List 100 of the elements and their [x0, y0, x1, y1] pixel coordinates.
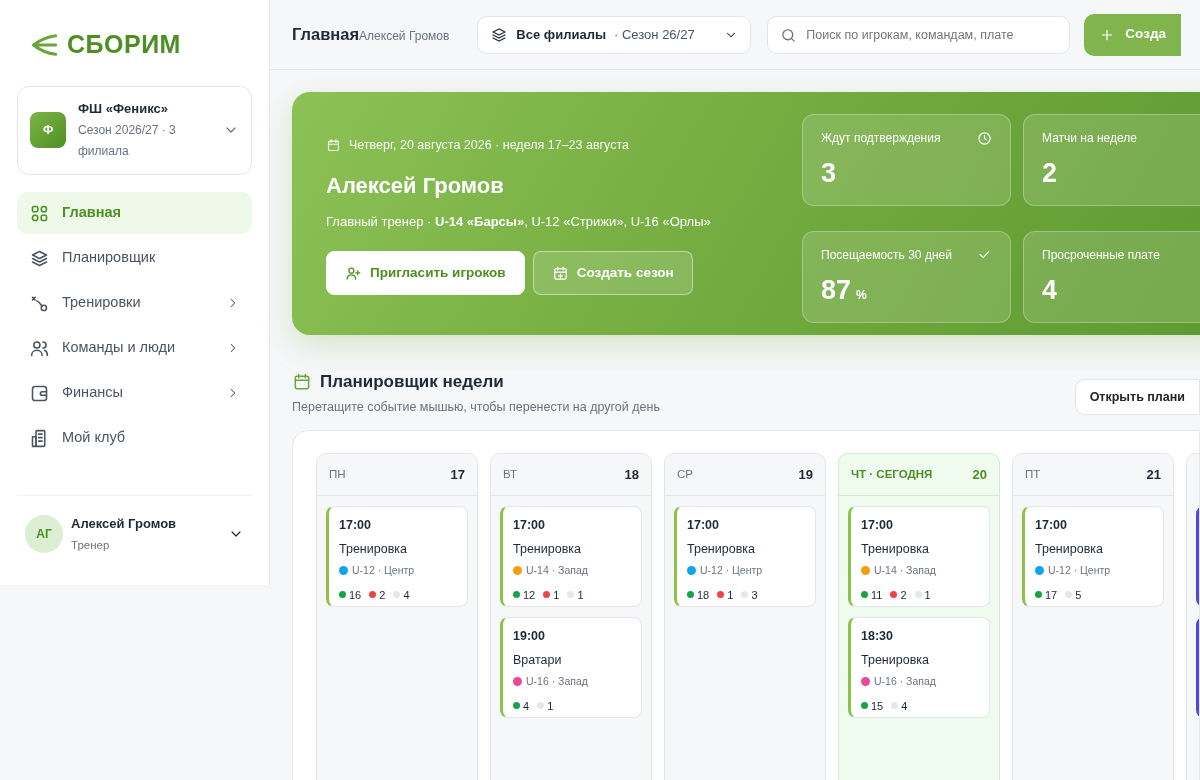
brand-name: СБОРИМ	[67, 29, 181, 60]
nav-item[interactable]: Тренировки	[17, 282, 252, 324]
event-title: Тренировка	[513, 541, 582, 558]
count-value: 1	[553, 587, 560, 603]
user-avatar: АГ	[25, 514, 63, 553]
count-value: 4	[523, 698, 530, 714]
declined-dot	[717, 591, 725, 599]
day-name: ЧТ · СЕГОДНЯ	[851, 467, 933, 483]
count-value: 12	[523, 587, 536, 603]
count-value: 3	[751, 587, 758, 603]
club-switcher[interactable]: Ф ФШ «Феникс» Сезон 2026/27 · 3 филиала	[17, 85, 252, 175]
day-date: 18	[624, 466, 639, 484]
open-planner-button[interactable]: Открыть плани	[1074, 379, 1200, 415]
event-title: Тренировка	[1035, 541, 1104, 558]
event-team: U-16 · Запад	[526, 673, 588, 689]
going-dot	[861, 702, 868, 710]
stat-label: Ждут подтверждения	[821, 130, 941, 147]
search-field[interactable]: Поиск по игрокам, командам, плате	[767, 15, 1071, 54]
event-card[interactable]: 17:00 Тренировка U-12 · Центр 17 5	[1022, 506, 1164, 608]
declined-dot	[369, 591, 377, 599]
event-time: 17:00	[861, 517, 894, 535]
pending-dot	[567, 591, 575, 599]
day-name: ВТ	[503, 467, 517, 483]
event-time: 19:00	[513, 628, 546, 646]
day-name: ПН	[329, 467, 346, 483]
day-date: 17	[450, 466, 465, 484]
hero-role: Главный тренер · U-14 «Барсы», U-12 «Стрижи», U-16 «Орлы»	[326, 212, 712, 231]
count-value: 1	[924, 587, 931, 603]
event-team: U-14 · Запад	[526, 562, 588, 578]
event-time: 18:30	[861, 628, 894, 646]
stat-label: Посещаемость 30 дней	[821, 246, 952, 264]
calendar-plus-icon	[551, 264, 569, 282]
calendar-icon	[292, 371, 312, 392]
event-time: 17:00	[513, 517, 546, 535]
going-dot	[687, 591, 694, 599]
stat-label: Просроченные плате	[1042, 246, 1160, 264]
declined-dot	[543, 591, 551, 599]
event-card[interactable]: 17:00 Тренировка U-12 · Центр 18 1 3	[674, 506, 816, 608]
stat-value: 2	[1042, 157, 1058, 190]
pending-dot	[393, 591, 401, 599]
pending-dot	[914, 591, 922, 599]
event-title: Тренировка	[687, 541, 756, 558]
nav-item[interactable]: Главная	[17, 192, 252, 234]
pending-dot	[537, 702, 545, 710]
event-time: 17:00	[339, 517, 372, 535]
event-card[interactable]: 18:30 Тренировка U-16 · Запад 15 4	[848, 617, 990, 719]
event-team: U-12 · Центр	[352, 562, 415, 578]
pending-dot	[741, 591, 749, 599]
event-card[interactable]: 17:00 Тренировка U-12 · Центр 16 2 4	[326, 506, 468, 608]
stat-label: Матчи на неделе	[1042, 130, 1137, 147]
page-subtitle: Алексей Громов	[359, 29, 450, 46]
day-date: 21	[1146, 466, 1161, 484]
event-card[interactable]: 17:00 Тренировка U-14 · Запад 12 1 1	[500, 506, 642, 608]
event-title: Тренировка	[861, 541, 930, 558]
day-name: СР	[677, 467, 693, 483]
going-dot	[513, 591, 520, 599]
hero-name: Алексей Громов	[326, 171, 505, 200]
event-title: Вратари	[513, 652, 563, 669]
search-icon	[780, 26, 798, 44]
stat-unit: %	[856, 286, 867, 304]
event-team: U-12 · Центр	[1048, 562, 1111, 578]
event-card[interactable]: 19:00 Вратари U-16 · Запад 4 1	[500, 617, 642, 719]
clock-icon	[977, 130, 992, 146]
club-name: ФШ «Феникс»	[78, 99, 169, 118]
nav-item[interactable]: Финансы	[17, 372, 252, 414]
user-menu[interactable]: АГ Алексей Громов Тренер	[17, 514, 252, 554]
branch-selector[interactable]: Все филиалы · Сезон 26/27	[477, 15, 752, 54]
user-name: Алексей Громов	[71, 515, 178, 533]
going-dot	[513, 702, 520, 710]
pending-dot	[1065, 591, 1073, 599]
hero-date: Четверг, 20 августа 2026 · неделя 17–23 августа	[349, 137, 630, 154]
count-value: 1	[547, 698, 554, 714]
count-value: 5	[1075, 587, 1082, 603]
stat-value: 3	[821, 157, 837, 190]
count-value: 16	[349, 587, 362, 603]
event-team: U-14 · Запад	[874, 562, 936, 578]
event-time: 17:00	[1035, 517, 1068, 535]
nav-item[interactable]: Мой клуб	[17, 417, 252, 459]
count-value: 15	[871, 698, 884, 714]
event-card[interactable]: 17:00 Тренировка U-14 · Запад 11 2 1	[848, 506, 990, 608]
event-title: Тренировка	[339, 541, 408, 558]
count-value: 1	[727, 587, 734, 603]
count-value: 17	[1045, 587, 1058, 603]
event-team: U-16 · Запад	[874, 673, 936, 689]
club-meta: Сезон 2026/27 · 3 филиала	[78, 122, 177, 160]
count-value: 18	[697, 587, 710, 603]
club-avatar: Ф	[30, 112, 66, 149]
day-date: 19	[798, 466, 813, 484]
invite-button[interactable]: Пригласить игроков	[326, 251, 525, 296]
count-value: 4	[403, 587, 410, 603]
count-value: 11	[871, 587, 883, 603]
count-value: 2	[379, 587, 386, 603]
nav-item[interactable]: Планировщик	[17, 237, 252, 279]
going-dot	[339, 591, 346, 599]
going-dot	[861, 591, 868, 599]
declined-dot	[890, 591, 898, 599]
nav-item[interactable]: Команды и люди	[17, 327, 252, 369]
calendar-icon	[326, 137, 341, 153]
section-hint: Перетащите событие мышью, чтобы перенести на другой день	[292, 398, 660, 416]
event-time: 17:00	[687, 517, 720, 535]
